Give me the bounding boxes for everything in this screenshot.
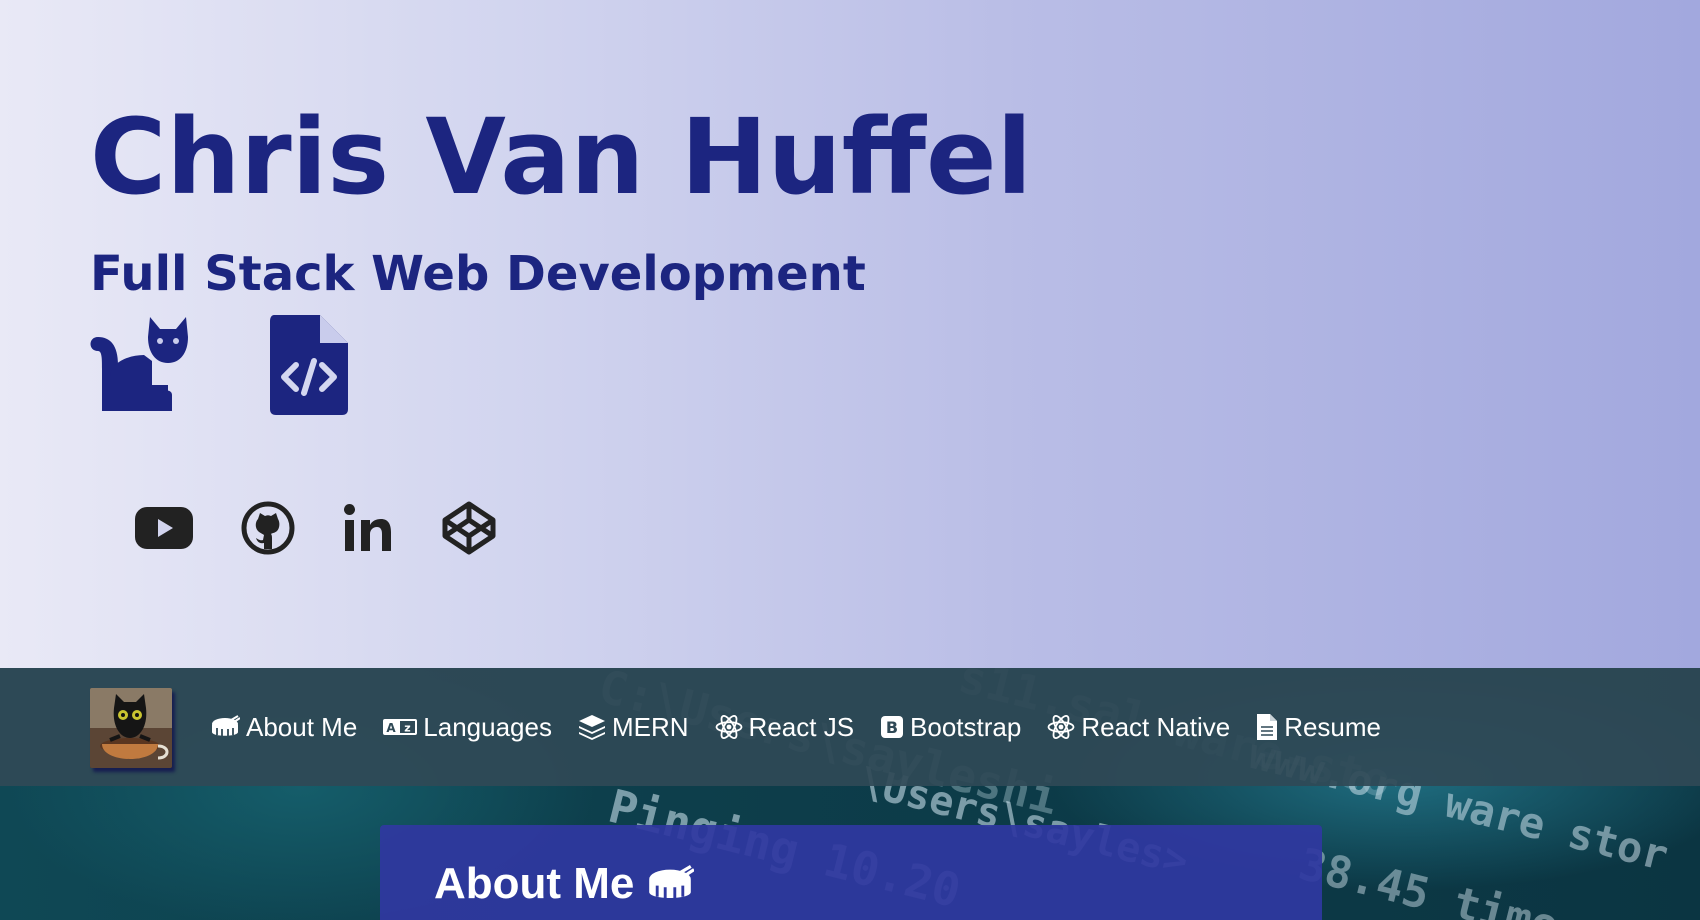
svg-text:B: B [886, 718, 898, 737]
file-code-icon [270, 315, 348, 415]
nav-item-label: MERN [611, 711, 689, 742]
nav-item-languages[interactable]: A z Languages [383, 712, 552, 743]
drum-icon [649, 865, 695, 899]
file-icon [1257, 714, 1278, 740]
github-icon[interactable] [241, 500, 295, 556]
nav-item-label: React JS [748, 711, 855, 742]
cat-icon [88, 315, 190, 415]
react-icon [1047, 715, 1075, 739]
nav-item-label: About Me [246, 711, 358, 742]
linkedin-icon[interactable] [343, 500, 393, 556]
svg-text:A: A [387, 721, 397, 735]
bootstrap-icon: B [881, 716, 904, 738]
social-links [135, 500, 497, 556]
about-me-heading: About Me [434, 859, 695, 909]
nav-item-react-js[interactable]: React JS [715, 711, 855, 743]
layers-icon [578, 715, 605, 740]
nav-menu: About Me A z Languages MERN React JS B B… [210, 668, 1381, 786]
about-me-heading-text: About Me [434, 859, 635, 908]
hero-icons [88, 315, 348, 415]
nav-item-react-native[interactable]: React Native [1047, 712, 1230, 743]
page-title: Chris Van Huffel [90, 96, 1033, 218]
youtube-icon[interactable] [135, 500, 193, 556]
nav-item-resume[interactable]: Resume [1256, 712, 1381, 743]
nav-item-about-me[interactable]: About Me [210, 712, 357, 743]
nav-item-bootstrap[interactable]: B Bootstrap [880, 712, 1021, 743]
react-icon [715, 715, 742, 739]
navbar: About Me A z Languages MERN React JS B B… [0, 668, 1700, 786]
page-subtitle: Full Stack Web Development [90, 246, 866, 302]
brand-avatar[interactable] [90, 688, 172, 768]
svg-text:z: z [405, 722, 411, 735]
codepen-icon[interactable] [441, 500, 497, 556]
nav-item-mern[interactable]: MERN [578, 712, 689, 743]
nav-item-label: Resume [1284, 711, 1382, 742]
drum-icon [212, 715, 240, 736]
nav-item-label: Bootstrap [910, 711, 1022, 742]
language-icon: A z [383, 719, 418, 735]
hero-section: Chris Van Huffel Full Stack Web Developm… [0, 0, 1700, 668]
nav-item-label: React Native [1081, 711, 1231, 742]
nav-item-label: Languages [423, 711, 552, 742]
about-me-card: About Me [380, 825, 1322, 920]
